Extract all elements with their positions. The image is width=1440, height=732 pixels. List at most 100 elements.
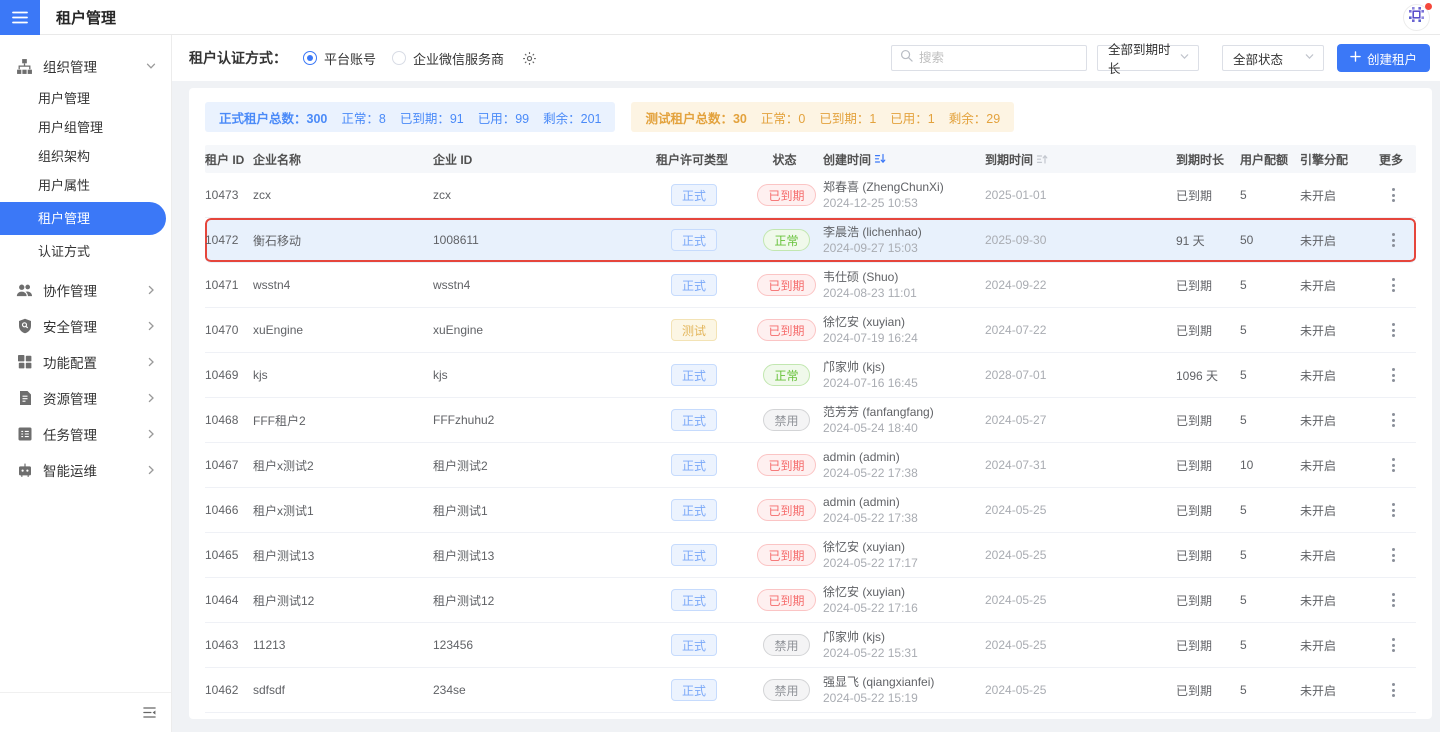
sidebar-group-security[interactable]: 安全管理 — [0, 308, 171, 344]
chevron-right-icon — [145, 464, 157, 476]
row-more-button[interactable] — [1384, 184, 1402, 206]
table-row[interactable]: 10471wsstn4wsstn4正式已到期韦仕硕 (Shuo)2024-08-… — [205, 263, 1416, 308]
create-tenant-button[interactable]: 创建租户 — [1337, 44, 1430, 72]
resources-icon — [16, 390, 33, 407]
creator-info: admin (admin)2024-05-22 17:38 — [823, 494, 918, 526]
license-badge: 正式 — [671, 274, 717, 296]
table-row[interactable]: 10464租户测试12租户测试12正式已到期徐忆安 (xuyian)2024-0… — [205, 578, 1416, 623]
row-more-button[interactable] — [1384, 454, 1402, 476]
status-badge: 已到期 — [757, 184, 815, 206]
cell-status-badge: 禁用 — [750, 679, 823, 701]
table-row[interactable]: 10468FFF租户2FFFzhuhu2正式禁用范芳芳 (fanfangfang… — [205, 398, 1416, 443]
column-header-5[interactable]: 创建时间 — [823, 151, 985, 168]
creator-info: 徐忆安 (xuyian)2024-05-22 17:16 — [823, 584, 918, 616]
ops-icon — [16, 462, 33, 479]
row-more-button[interactable] — [1384, 274, 1402, 296]
sidebar-group-resources[interactable]: 资源管理 — [0, 380, 171, 416]
row-more-button[interactable] — [1384, 319, 1402, 341]
cell-more — [1370, 184, 1416, 206]
row-more-button[interactable] — [1384, 409, 1402, 431]
license-badge: 正式 — [671, 544, 717, 566]
tenant-stats-blue: 正式租户总数：300正常：8已到期：91已用：99剩余：201 — [205, 102, 615, 132]
sidebar-group-ops[interactable]: 智能运维 — [0, 452, 171, 488]
sidebar-group-features[interactable]: 功能配置 — [0, 344, 171, 380]
cell-tenant-id: 10472 — [205, 233, 253, 247]
table-header: 租户 ID企业名称企业 ID租户许可类型状态创建时间到期时间到期时长用户配额引擎… — [205, 145, 1416, 173]
created-time: 2024-08-23 11:01 — [823, 285, 917, 301]
cell-duration: 已到期 — [1176, 457, 1240, 474]
row-more-button[interactable] — [1384, 589, 1402, 611]
status-filter-value: 全部状态 — [1233, 49, 1283, 68]
row-more-button[interactable] — [1384, 679, 1402, 701]
sidebar-group-org-chart[interactable]: 组织管理 — [0, 48, 171, 84]
cell-company-id: xuEngine — [433, 323, 638, 337]
cell-company-name: 11213 — [253, 638, 433, 652]
page-title: 租户管理 — [56, 7, 116, 28]
sidebar-item[interactable]: 组织架构 — [0, 142, 171, 171]
table-row[interactable]: 10467租户x测试2租户测试2正式已到期admin (admin)2024-0… — [205, 443, 1416, 488]
cell-status-badge: 已到期 — [750, 499, 823, 521]
auth-radio[interactable]: 平台账号 — [303, 49, 376, 68]
stats-segment: 已到期：1 — [819, 108, 876, 127]
expiry-filter-select[interactable]: 全部到期时长 — [1097, 45, 1199, 71]
security-icon — [16, 318, 33, 335]
table-row[interactable]: 10469kjskjs正式正常邝家帅 (kjs)2024-07-16 16:45… — [205, 353, 1416, 398]
cell-company-name: 租户测试12 — [253, 592, 433, 609]
cell-more — [1370, 274, 1416, 296]
status-badge: 正常 — [763, 229, 809, 251]
cell-company-name: 租户x测试2 — [253, 457, 433, 474]
hamburger-menu-button[interactable] — [0, 0, 40, 35]
cell-company-name: zcx — [253, 188, 433, 202]
cell-company-name: 租户x测试1 — [253, 502, 433, 519]
cell-more — [1370, 409, 1416, 431]
created-time: 2024-05-22 17:38 — [823, 510, 918, 526]
sidebar-group-tasks[interactable]: 任务管理 — [0, 416, 171, 452]
table-row[interactable]: 10465租户测试13租户测试13正式已到期徐忆安 (xuyian)2024-0… — [205, 533, 1416, 578]
stats-segment: 已用：1 — [890, 108, 934, 127]
sidebar-item[interactable]: 用户组管理 — [0, 113, 171, 142]
search-input[interactable] — [919, 51, 1080, 65]
cell-status-badge: 已到期 — [750, 274, 823, 296]
table-row[interactable]: 10466租户x测试1租户测试1正式已到期admin (admin)2024-0… — [205, 488, 1416, 533]
creator-info: 邝家帅 (kjs)2024-05-22 15:31 — [823, 629, 918, 661]
chevron-right-icon — [145, 392, 157, 404]
table-row[interactable]: 1046311213123456正式禁用邝家帅 (kjs)2024-05-22 … — [205, 623, 1416, 668]
row-more-button[interactable] — [1384, 544, 1402, 566]
cell-tenant-id: 10465 — [205, 548, 253, 562]
column-label: 状态 — [772, 151, 796, 168]
row-more-button[interactable] — [1384, 364, 1402, 386]
radio-dot-icon — [392, 51, 406, 65]
table-row[interactable]: 10462sdfsdf234se正式禁用强显飞 (qiangxianfei)20… — [205, 668, 1416, 713]
row-more-button[interactable] — [1384, 229, 1402, 251]
cell-more — [1370, 364, 1416, 386]
status-badge: 已到期 — [757, 499, 815, 521]
auth-settings-gear-icon[interactable] — [522, 51, 537, 66]
cell-tenant-id: 10469 — [205, 368, 253, 382]
license-badge: 正式 — [671, 589, 717, 611]
status-filter-select[interactable]: 全部状态 — [1222, 45, 1324, 71]
org-chart-icon — [16, 58, 33, 75]
sidebar-group-collaboration[interactable]: 协作管理 — [0, 272, 171, 308]
row-more-button[interactable] — [1384, 499, 1402, 521]
collapse-sidebar-icon[interactable] — [142, 705, 157, 720]
table-row[interactable]: 10473zcxzcx正式已到期郑春喜 (ZhengChunXi)2024-12… — [205, 173, 1416, 218]
sidebar-item[interactable]: 租户管理 — [0, 202, 166, 235]
auth-radio[interactable]: 企业微信服务商 — [392, 49, 504, 68]
cell-expire-date: 2028-07-01 — [985, 368, 1176, 382]
cell-license-badge: 正式 — [638, 454, 750, 476]
row-more-button[interactable] — [1384, 634, 1402, 656]
table-row[interactable]: 10470xuEnginexuEngine测试已到期徐忆安 (xuyian)20… — [205, 308, 1416, 353]
cell-company-name: FFF租户2 — [253, 412, 433, 429]
creator-name: 郑春喜 (ZhengChunXi) — [823, 179, 944, 195]
cell-status-badge: 正常 — [750, 364, 823, 386]
sidebar-item[interactable]: 认证方式 — [0, 237, 171, 266]
cell-status-badge: 已到期 — [750, 589, 823, 611]
column-header-6[interactable]: 到期时间 — [985, 151, 1176, 168]
sidebar-item[interactable]: 用户管理 — [0, 84, 171, 113]
creator-name: 徐忆安 (xuyian) — [823, 314, 918, 330]
sidebar-group-label: 资源管理 — [43, 388, 97, 408]
cell-quota: 10 — [1240, 458, 1300, 472]
cell-quota: 5 — [1240, 683, 1300, 697]
sidebar-item[interactable]: 用户属性 — [0, 171, 171, 200]
table-row[interactable]: 10472衡石移动1008611正式正常李晨浩 (lichenhao)2024-… — [205, 218, 1416, 263]
